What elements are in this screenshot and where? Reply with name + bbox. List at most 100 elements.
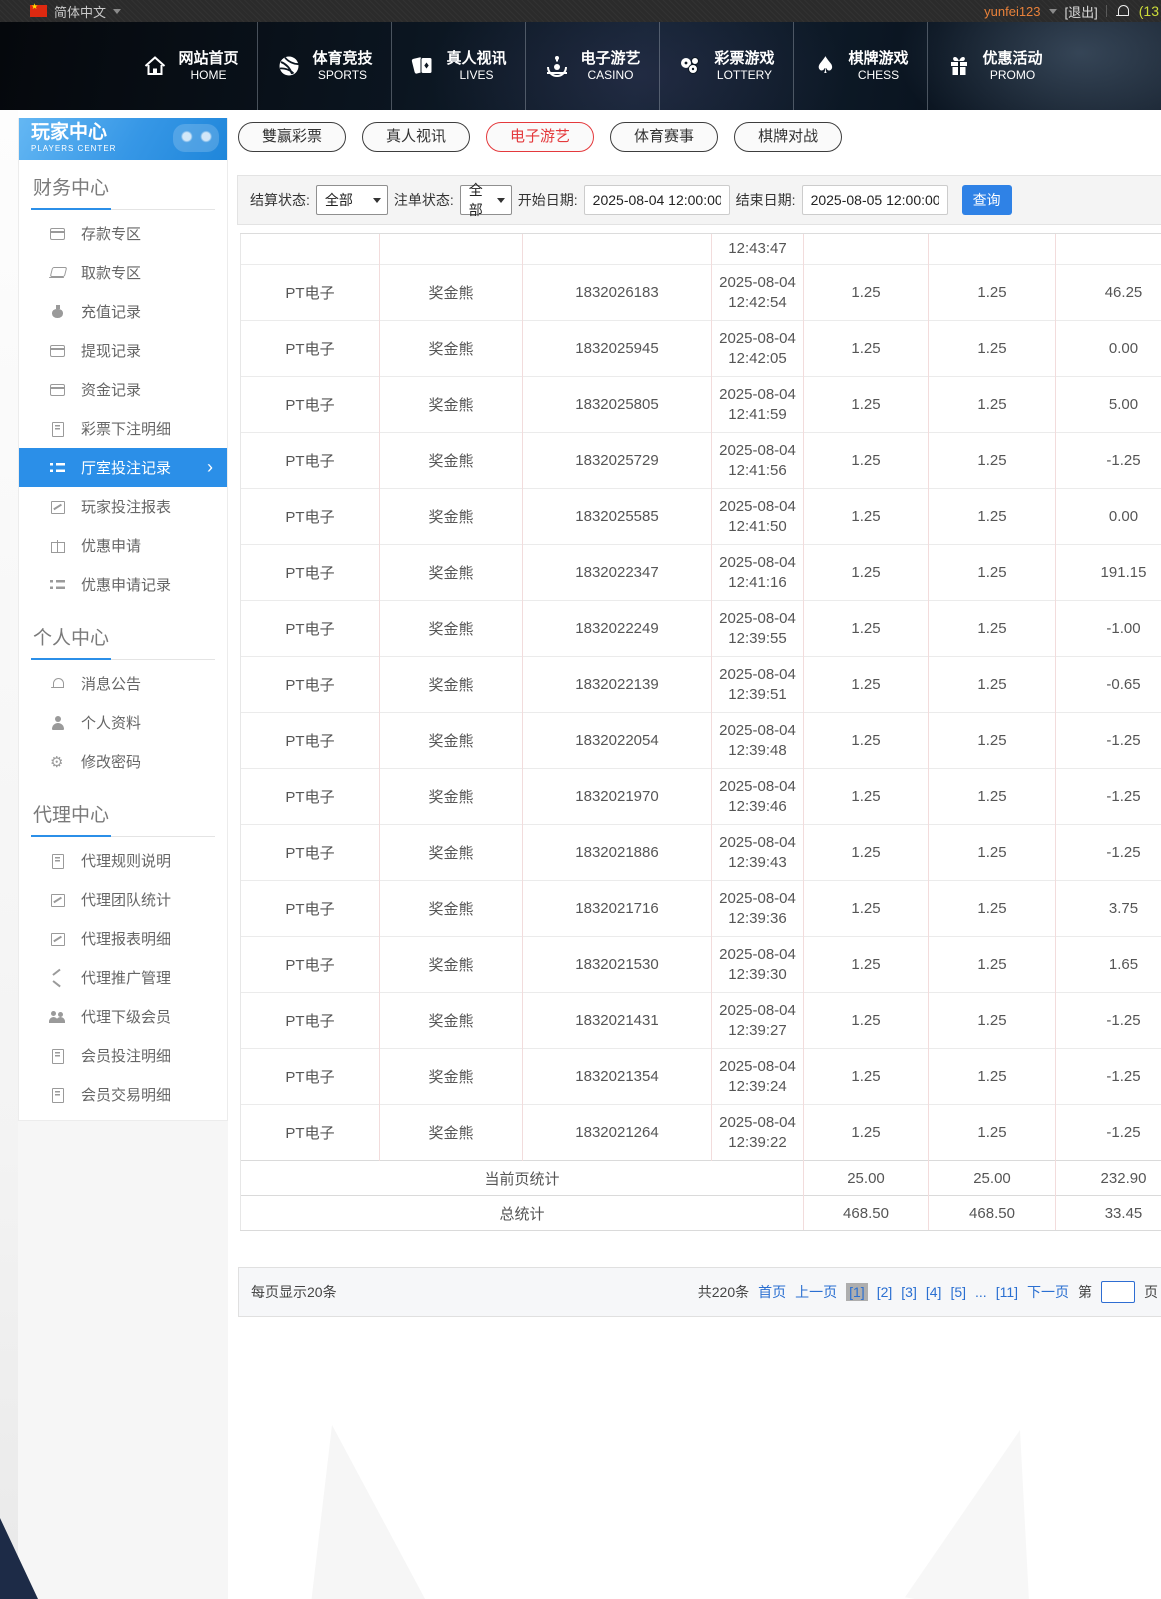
sidebar-item-promo-apply[interactable]: 优惠申请 <box>31 526 215 565</box>
bet-amount: 1.25 <box>804 265 929 321</box>
sidebar-section-finance: 财务中心 存款专区 取款专区 充值记录 提现记录 资金记录 彩票下注明细 厅室投… <box>19 160 227 604</box>
sidebar-subtitle: PLAYERS CENTER <box>31 144 227 154</box>
bet-amount: 1.25 <box>804 1049 929 1105</box>
nav-lottery[interactable]: 彩票游戏 LOTTERY <box>659 22 793 110</box>
sidebar-item-change-password[interactable]: 修改密码 <box>31 742 215 781</box>
sidebar-item-messages[interactable]: 消息公告 <box>31 664 215 703</box>
pagination-bar: 每页显示20条 共220条 首页 上一页 [1] [2] [3] [4] [5]… <box>238 1267 1161 1317</box>
game-name: 奖金熊 <box>380 545 523 601</box>
language-switcher[interactable]: 简体中文 <box>0 2 121 21</box>
lottery-balls-icon <box>678 53 704 79</box>
sidebar-item-agent-promotion[interactable]: 代理推广管理 <box>31 958 215 997</box>
page-number-2[interactable]: [2] <box>877 1284 893 1300</box>
total-summary-winloss: 33.45 <box>1056 1196 1161 1231</box>
sidebar-item-profile[interactable]: 个人资料 <box>31 703 215 742</box>
chevron-down-icon[interactable] <box>1049 9 1057 14</box>
logout-link[interactable]: [退出] <box>1065 2 1098 21</box>
sidebar-item-agent-report-detail[interactable]: 代理报表明细 <box>31 919 215 958</box>
sidebar-item-agent-rules[interactable]: 代理规则说明 <box>31 841 215 880</box>
order-status-select[interactable]: 全部 <box>460 185 512 215</box>
language-label: 简体中文 <box>54 2 106 21</box>
bet-time: 2025-08-04 12:41:59 <box>712 377 804 433</box>
page-ellipsis: ... <box>975 1284 987 1300</box>
tab-live[interactable]: 真人视讯 <box>362 122 470 152</box>
query-button[interactable]: 查询 <box>962 185 1012 215</box>
bet-amount: 1.25 <box>804 993 929 1049</box>
first-page-link[interactable]: 首页 <box>758 1282 786 1302</box>
table-row: PT电子 奖金熊 1832022139 2025-08-04 12:39:51 … <box>241 657 1161 713</box>
table-row-partial: 12:43:47 <box>241 234 1161 265</box>
end-date-input[interactable] <box>802 185 948 215</box>
game-name: 奖金熊 <box>380 713 523 769</box>
next-page-link[interactable]: 下一页 <box>1027 1282 1069 1302</box>
tab-casino[interactable]: 电子游艺 <box>486 122 594 152</box>
page-summary-row: 当前页统计 25.00 25.00 232.90 <box>241 1161 1161 1196</box>
sidebar-section-agent: 代理中心 代理规则说明 代理团队统计 代理报表明细 代理推广管理 代理下级会员 … <box>19 787 227 1114</box>
order-number: 1832025945 <box>523 321 712 377</box>
game-name: 奖金熊 <box>380 601 523 657</box>
sidebar-item-agent-team-stats[interactable]: 代理团队统计 <box>31 880 215 919</box>
valid-amount: 1.25 <box>929 657 1056 713</box>
nav-sports[interactable]: 体育竞技 SPORTS <box>257 22 391 110</box>
page-number-11[interactable]: [11] <box>996 1284 1018 1300</box>
nav-chess-en: CHESS <box>848 68 908 83</box>
nav-lives[interactable]: 真人视讯 LIVES <box>391 22 525 110</box>
win-loss: -1.25 <box>1056 433 1161 489</box>
game-type: PT电子 <box>241 993 380 1049</box>
total-summary-label: 总统计 <box>241 1196 804 1231</box>
sidebar-item-player-report[interactable]: 玩家投注报表 <box>31 487 215 526</box>
bet-amount: 1.25 <box>804 377 929 433</box>
goto-page-input[interactable] <box>1101 1281 1135 1303</box>
page-number-3[interactable]: [3] <box>901 1284 917 1300</box>
win-loss: -1.25 <box>1056 825 1161 881</box>
bell-icon[interactable] <box>1115 4 1131 19</box>
sidebar-item-withdraw-record[interactable]: 提现记录 <box>31 331 215 370</box>
sidebar-item-member-trade-detail[interactable]: 会员交易明细 <box>31 1075 215 1114</box>
table-row: PT电子 奖金熊 1832021970 2025-08-04 12:39:46 … <box>241 769 1161 825</box>
sidebar-item-promo-record[interactable]: 优惠申请记录 <box>31 565 215 604</box>
sidebar-item-funds-record[interactable]: 资金记录 <box>31 370 215 409</box>
tab-chess[interactable]: 棋牌对战 <box>734 122 842 152</box>
bet-time: 2025-08-04 12:42:05 <box>712 321 804 377</box>
win-loss: -1.25 <box>1056 713 1161 769</box>
per-page-label: 每页显示20条 <box>251 1282 337 1302</box>
sidebar-item-member-bet-detail[interactable]: 会员投注明细 <box>31 1036 215 1075</box>
game-type: PT电子 <box>241 937 380 993</box>
start-date-input[interactable] <box>584 185 730 215</box>
bet-amount: 1.25 <box>804 657 929 713</box>
nav-chess[interactable]: ♠ 棋牌游戏 CHESS <box>793 22 927 110</box>
username[interactable]: yunfei123 <box>984 4 1040 19</box>
bet-time: 2025-08-04 12:39:51 <box>712 657 804 713</box>
page-summary-winloss: 232.90 <box>1056 1161 1161 1196</box>
nav-casino[interactable]: 电子游艺 CASINO <box>525 22 659 110</box>
game-name: 奖金熊 <box>380 993 523 1049</box>
start-date-label: 开始日期: <box>518 190 578 210</box>
page-number-4[interactable]: [4] <box>926 1284 942 1300</box>
sidebar-item-withdraw[interactable]: 取款专区 <box>31 253 215 292</box>
win-loss: 1.65 <box>1056 937 1161 993</box>
settle-status-select[interactable]: 全部 <box>316 185 388 215</box>
page-number-1[interactable]: [1] <box>846 1283 868 1301</box>
sidebar-item-lottery-bet-detail[interactable]: 彩票下注明细 <box>31 409 215 448</box>
page-number-5[interactable]: [5] <box>950 1284 966 1300</box>
sidebar-item-hall-bet-record[interactable]: 厅室投注记录 <box>19 448 227 487</box>
game-type: PT电子 <box>241 545 380 601</box>
valid-amount: 1.25 <box>929 1105 1056 1161</box>
win-loss: 46.25 <box>1056 265 1161 321</box>
sidebar-item-agent-members[interactable]: 代理下级会员 <box>31 997 215 1036</box>
table-row: PT电子 奖金熊 1832021716 2025-08-04 12:39:36 … <box>241 881 1161 937</box>
sidebar-item-deposit[interactable]: 存款专区 <box>31 214 215 253</box>
nav-home[interactable]: 网站首页 HOME <box>124 22 257 110</box>
tab-lottery[interactable]: 雙赢彩票 <box>238 122 346 152</box>
bet-amount: 1.25 <box>804 937 929 993</box>
nav-promo[interactable]: 优惠活动 PROMO <box>927 22 1061 110</box>
sidebar-item-topup-record[interactable]: 充值记录 <box>31 292 215 331</box>
funds-card-icon <box>49 382 66 398</box>
tab-sports[interactable]: 体育赛事 <box>610 122 718 152</box>
game-name: 奖金熊 <box>380 825 523 881</box>
prev-page-link[interactable]: 上一页 <box>795 1282 837 1302</box>
game-type: PT电子 <box>241 433 380 489</box>
sidebar-title: 玩家中心 <box>31 121 227 144</box>
valid-amount: 1.25 <box>929 489 1056 545</box>
bet-time: 2025-08-04 12:41:50 <box>712 489 804 545</box>
